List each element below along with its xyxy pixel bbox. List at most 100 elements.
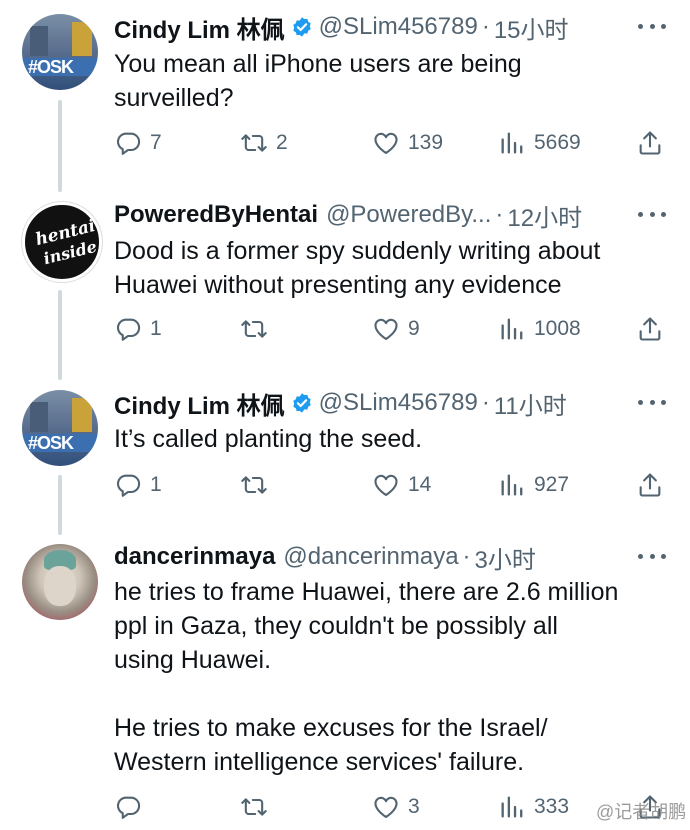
reply-icon: [114, 793, 142, 821]
like-count: 139: [408, 131, 444, 154]
views-icon: [498, 315, 526, 343]
tweet-text: he tries to frame Huawei, there are 2.6 …: [114, 578, 619, 776]
separator-dot: ·: [481, 389, 490, 416]
building-shape: [72, 22, 92, 56]
reply-icon: [114, 315, 142, 343]
retweet-icon: [240, 793, 268, 821]
tweet-text: Dood is a former spy suddenly writing ab…: [114, 237, 601, 299]
reply-button[interactable]: 1: [114, 312, 162, 346]
verified-badge-icon: [291, 392, 313, 414]
timestamp[interactable]: 11小时: [494, 386, 567, 420]
retweet-button[interactable]: [240, 790, 276, 824]
tweet-text: It’s called planting the seed.: [114, 425, 423, 453]
views-icon: [498, 471, 526, 499]
like-button[interactable]: 14: [372, 468, 431, 502]
reply-button[interactable]: 1: [114, 468, 162, 502]
reply-icon: [114, 129, 142, 157]
more-options-icon[interactable]: [638, 204, 666, 224]
tweet[interactable]: hentai inside PoweredByHentai @PoweredBy…: [0, 198, 690, 368]
tweet[interactable]: #OSK Cindy Lim 林佩 @SLim456789 · 15小时 You…: [0, 10, 690, 180]
reply-icon: [114, 471, 142, 499]
reply-count: 1: [150, 317, 162, 340]
reply-count: 1: [150, 473, 162, 496]
views-count: 927: [534, 473, 570, 496]
separator-dot: ·: [495, 201, 504, 228]
share-icon: [636, 315, 664, 343]
avatar[interactable]: #OSK: [22, 390, 98, 466]
reply-button[interactable]: 7: [114, 126, 162, 160]
verified-badge-icon: [291, 16, 313, 38]
more-options-icon[interactable]: [638, 392, 666, 412]
timestamp[interactable]: 3小时: [475, 540, 536, 574]
share-button[interactable]: [636, 468, 664, 502]
like-button[interactable]: 3: [372, 790, 420, 824]
action-bar: 3 333: [114, 790, 674, 824]
retweet-count: 2: [276, 131, 288, 154]
views-count: 1008: [534, 317, 581, 340]
avatar[interactable]: hentai inside: [22, 202, 102, 282]
heart-icon: [372, 315, 400, 343]
views-icon: [498, 129, 526, 157]
building-shape: [30, 26, 48, 56]
like-count: 14: [408, 473, 432, 496]
views-button[interactable]: 333: [498, 790, 569, 824]
tweet[interactable]: #OSK Cindy Lim 林佩 @SLim456789 · 11小时 It’…: [0, 386, 690, 506]
tweet[interactable]: dancerinmaya @dancerinmaya · 3小时 he trie…: [0, 540, 690, 830]
tweet-text: You mean all iPhone users are being surv…: [114, 50, 522, 112]
retweet-button[interactable]: 2: [240, 126, 288, 160]
tweet-header: Cindy Lim 林佩 @SLim456789 · 11小时: [114, 386, 634, 420]
watermark: @记者胡鹏: [596, 802, 687, 822]
views-button[interactable]: 1008: [498, 312, 581, 346]
display-name[interactable]: dancerinmaya: [114, 543, 275, 571]
retweet-icon: [240, 315, 268, 343]
heart-icon: [372, 129, 400, 157]
timestamp[interactable]: 15小时: [494, 10, 569, 44]
more-options-icon[interactable]: [638, 16, 666, 36]
action-bar: 7 2 139 5669: [114, 126, 674, 160]
retweet-icon: [240, 471, 268, 499]
display-name[interactable]: PoweredByHentai: [114, 201, 318, 229]
buddha-face-shape: [44, 566, 76, 606]
views-count: 5669: [534, 131, 581, 154]
share-icon: [636, 129, 664, 157]
tweet-header: dancerinmaya @dancerinmaya · 3小时: [114, 540, 634, 574]
like-count: 9: [408, 317, 420, 340]
user-handle[interactable]: @SLim456789: [319, 13, 478, 41]
like-button[interactable]: 139: [372, 126, 443, 160]
timestamp[interactable]: 12小时: [507, 198, 582, 232]
building-shape: [72, 398, 92, 432]
reply-button[interactable]: [114, 790, 150, 824]
action-bar: 1 14 927: [114, 468, 674, 502]
tweet-header: Cindy Lim 林佩 @SLim456789 · 15小时: [114, 10, 634, 44]
views-count: 333: [534, 795, 570, 818]
user-handle[interactable]: @SLim456789: [319, 389, 478, 417]
reply-count: 7: [150, 131, 162, 154]
retweet-button[interactable]: [240, 468, 276, 502]
views-icon: [498, 793, 526, 821]
separator-dot: ·: [481, 13, 490, 40]
display-name[interactable]: Cindy Lim 林佩: [114, 10, 285, 44]
building-shape: [30, 402, 48, 432]
separator-dot: ·: [462, 543, 471, 570]
avatar[interactable]: [22, 544, 98, 620]
like-count: 3: [408, 795, 420, 818]
more-options-icon[interactable]: [638, 546, 666, 566]
tweet-header: PoweredByHentai @PoweredBy... · 12小时: [114, 198, 634, 232]
osk-text: #OSK: [28, 57, 74, 77]
heart-icon: [372, 793, 400, 821]
share-button[interactable]: [636, 126, 664, 160]
heart-icon: [372, 471, 400, 499]
views-button[interactable]: 5669: [498, 126, 581, 160]
share-button[interactable]: [636, 312, 664, 346]
user-handle[interactable]: @dancerinmaya: [283, 543, 458, 571]
retweet-icon: [240, 129, 268, 157]
share-icon: [636, 471, 664, 499]
action-bar: 1 9 1008: [114, 312, 674, 346]
retweet-button[interactable]: [240, 312, 276, 346]
views-button[interactable]: 927: [498, 468, 569, 502]
like-button[interactable]: 9: [372, 312, 420, 346]
avatar[interactable]: #OSK: [22, 14, 98, 90]
user-handle[interactable]: @PoweredBy...: [326, 201, 491, 229]
osk-text: #OSK: [28, 433, 74, 453]
display-name[interactable]: Cindy Lim 林佩: [114, 386, 285, 420]
